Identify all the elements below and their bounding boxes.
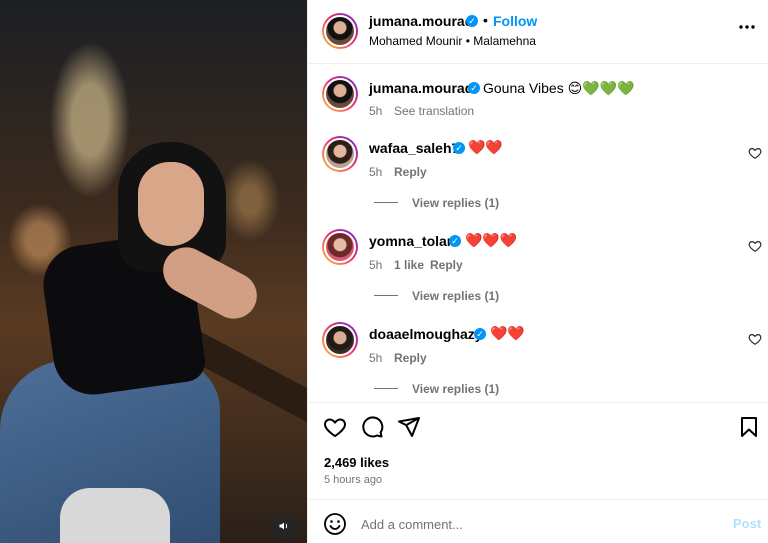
likes-count[interactable]: 2,469 likes (324, 455, 389, 470)
caption-text: Gouna Vibes 😊💚💚💚 (483, 80, 635, 96)
post-timestamp[interactable]: 5 hours ago (324, 474, 382, 486)
post-panel: jumana.mourad ✓ • Follow Mohamed Mounir … (307, 0, 768, 543)
more-horizontal-icon[interactable] (738, 24, 756, 30)
verified-badge-icon: ✓ (474, 328, 486, 340)
comment-username[interactable]: yomna_tolan (369, 233, 455, 249)
comment-text: ❤️❤️ (468, 139, 503, 155)
header-divider (308, 63, 768, 64)
comment-divider (308, 499, 768, 500)
caption-avatar[interactable] (322, 76, 358, 112)
post-photo[interactable] (0, 0, 307, 543)
caption-username[interactable]: jumana.mourad (369, 80, 473, 96)
photo-chair (60, 488, 170, 543)
view-replies-line (374, 388, 398, 389)
post-comment-button[interactable]: Post (733, 516, 761, 531)
comment-icon[interactable] (360, 415, 384, 439)
comment-username[interactable]: doaaelmoughazy (369, 326, 483, 342)
comment-reply-button[interactable]: Reply (394, 165, 427, 179)
comment-time[interactable]: 5h (369, 258, 382, 272)
emoji-icon[interactable] (323, 512, 347, 536)
comment-like-icon[interactable] (748, 332, 762, 346)
view-replies-button[interactable]: View replies (1) (412, 196, 499, 210)
view-replies-line (374, 295, 398, 296)
heart-icon[interactable] (323, 415, 347, 439)
comment-avatar[interactable] (322, 322, 358, 358)
verified-badge-icon: ✓ (453, 142, 465, 154)
comment-like-icon[interactable] (748, 239, 762, 253)
post-location[interactable]: Mohamed Mounir • Malamehna (369, 34, 536, 48)
verified-badge-icon: ✓ (468, 82, 480, 94)
comment-username[interactable]: wafaa_saleh7 (369, 140, 459, 156)
comment-reply-button[interactable]: Reply (430, 258, 463, 272)
comment-text: ❤️❤️❤️ (465, 232, 518, 248)
share-icon[interactable] (397, 415, 421, 439)
bookmark-icon[interactable] (737, 415, 761, 439)
verified-badge-icon: ✓ (466, 15, 478, 27)
view-replies-button[interactable]: View replies (1) (412, 382, 499, 396)
speaker-icon (279, 522, 288, 530)
comment-like-icon[interactable] (748, 146, 762, 160)
comment-avatar[interactable] (322, 229, 358, 265)
comment-text: ❤️❤️ (490, 325, 525, 341)
view-replies-line (374, 202, 398, 203)
photo-face (138, 162, 204, 246)
view-replies-button[interactable]: View replies (1) (412, 289, 499, 303)
follow-button[interactable]: Follow (493, 13, 537, 29)
header-separator: • (483, 12, 488, 28)
actions-divider (308, 402, 768, 403)
verified-badge-icon: ✓ (449, 235, 461, 247)
comment-time[interactable]: 5h (369, 351, 382, 365)
comment-time[interactable]: 5h (369, 165, 382, 179)
comment-input[interactable] (361, 510, 721, 538)
comment-reply-button[interactable]: Reply (394, 351, 427, 365)
author-username[interactable]: jumana.mourad (369, 13, 473, 29)
comment-likes-count[interactable]: 1 like (394, 258, 424, 272)
comment-avatar[interactable] (322, 136, 358, 172)
author-avatar[interactable] (322, 13, 358, 49)
sound-toggle-button[interactable] (271, 513, 297, 539)
caption-time[interactable]: 5h (369, 104, 382, 118)
see-translation-button[interactable]: See translation (394, 104, 474, 118)
